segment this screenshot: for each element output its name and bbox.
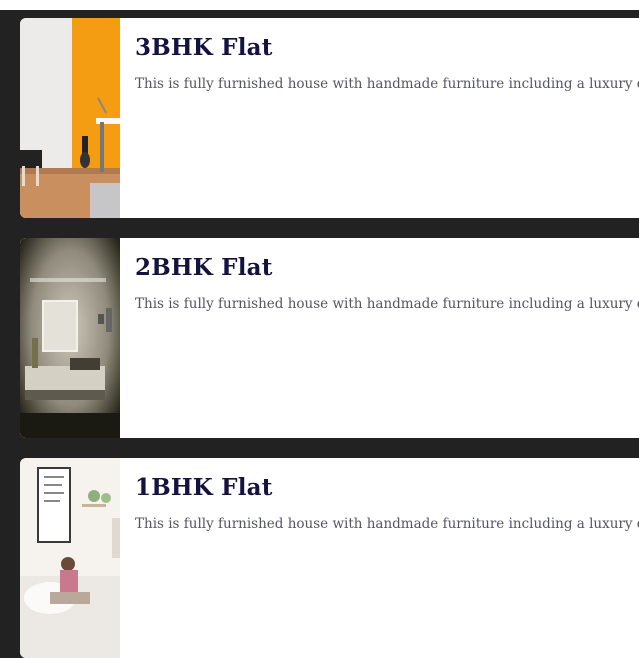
listing-photo[interactable]	[20, 238, 120, 438]
top-strip	[0, 0, 639, 10]
listing-description: This is fully furnished house with handm…	[135, 76, 639, 92]
listing-photo[interactable]	[20, 458, 120, 658]
listing-card[interactable]: 3BHK Flat This is fully furnished house …	[20, 18, 639, 218]
couch-photo	[20, 458, 120, 658]
listing-title[interactable]: 3BHK Flat	[135, 34, 273, 61]
listing-title[interactable]: 1BHK Flat	[135, 474, 273, 501]
listing-description: This is fully furnished house with handm…	[135, 516, 639, 532]
listing-title[interactable]: 2BHK Flat	[135, 254, 273, 281]
living-room-photo	[20, 18, 120, 218]
listing-card[interactable]: 1BHK Flat This is fully furnished house …	[20, 458, 639, 658]
bedroom-photo	[20, 238, 120, 438]
listings-page: 3BHK Flat This is fully furnished house …	[0, 10, 639, 658]
listing-description: This is fully furnished house with handm…	[135, 296, 639, 312]
listing-card[interactable]: 2BHK Flat This is fully furnished house …	[20, 238, 639, 438]
listing-photo[interactable]	[20, 18, 120, 218]
